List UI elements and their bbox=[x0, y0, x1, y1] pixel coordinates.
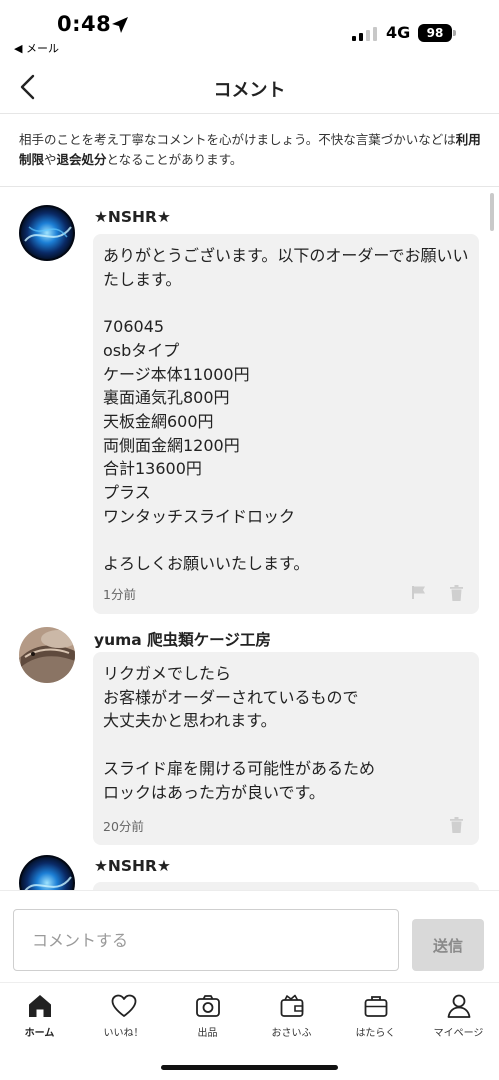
reptile-avatar-icon[interactable] bbox=[19, 627, 75, 683]
comment-input[interactable] bbox=[13, 909, 399, 971]
tab-work[interactable]: はたらく bbox=[334, 989, 417, 1039]
back-to-app-link[interactable]: ◀ メール bbox=[14, 40, 59, 56]
wallet-icon bbox=[280, 994, 303, 1017]
commenter-name[interactable]: ★NSHR★ bbox=[94, 857, 171, 875]
person-icon bbox=[447, 994, 470, 1018]
comment-bubble: リクガメでしたら お客様がオーダーされているもので 大丈夫かと思われます。 スラ… bbox=[93, 652, 479, 845]
tab-label: おさいふ bbox=[271, 1028, 312, 1039]
page-header: コメント bbox=[0, 60, 499, 114]
heart-icon bbox=[111, 994, 136, 1017]
home-indicator[interactable] bbox=[161, 1065, 338, 1070]
status-bar: 0:48 ◀ メール 4G 98 bbox=[0, 0, 499, 58]
tab-label: 出品 bbox=[197, 1028, 218, 1039]
comment-timestamp: 1分前 bbox=[103, 587, 136, 602]
blue-swirl-avatar-icon[interactable] bbox=[19, 855, 75, 890]
comment-text: リクガメでしたら お客様がオーダーされているもので 大丈夫かと思われます。 スラ… bbox=[103, 664, 376, 802]
battery-icon: 98 bbox=[418, 24, 452, 42]
delete-trash-icon[interactable] bbox=[450, 817, 463, 833]
comment-text: ありがとうございます。以下のオーダーでお願いいたします。 706045 osbタ… bbox=[103, 246, 469, 574]
network-type: 4G bbox=[386, 23, 411, 42]
tab-label: はたらく bbox=[355, 1028, 396, 1039]
comment-guideline-notice: 相手のことを考え丁寧なコメントを心がけましょう。不快な言葉づかいなどは利用制限や… bbox=[19, 130, 485, 170]
send-button[interactable]: 送信 bbox=[412, 919, 484, 971]
notice-text-before: 相手のことを考え丁寧なコメントを心がけましょう。不快な言葉づかいなどは bbox=[19, 132, 456, 147]
notice-text-mid: や bbox=[44, 152, 57, 167]
camera-icon bbox=[195, 995, 220, 1017]
report-flag-icon[interactable] bbox=[412, 585, 426, 600]
tab-likes[interactable]: いいね！ bbox=[82, 989, 165, 1039]
comment-bubble bbox=[93, 882, 479, 890]
comment-list[interactable]: ★NSHR★ ありがとうございます。以下のオーダーでお願いいたします。 7060… bbox=[0, 187, 499, 890]
notice-bold-withdrawal: 退会処分 bbox=[56, 152, 107, 167]
delete-trash-icon[interactable] bbox=[450, 585, 463, 601]
tab-label: いいね！ bbox=[103, 1028, 144, 1039]
tab-label: マイページ bbox=[433, 1028, 484, 1039]
tab-label: ホーム bbox=[24, 1028, 55, 1039]
tab-home[interactable]: ホーム bbox=[0, 989, 81, 1039]
commenter-name[interactable]: ★NSHR★ bbox=[94, 208, 171, 226]
commenter-name[interactable]: yuma 爬虫類ケージ工房 bbox=[94, 628, 271, 650]
battery-tip bbox=[453, 30, 456, 36]
scrollbar[interactable] bbox=[490, 193, 494, 231]
blue-swirl-avatar-icon[interactable] bbox=[19, 205, 75, 261]
tab-wallet[interactable]: おさいふ bbox=[250, 989, 333, 1039]
page-title: コメント bbox=[213, 80, 286, 101]
comment-timestamp: 20分前 bbox=[103, 819, 144, 834]
tab-sell[interactable]: 出品 bbox=[166, 989, 249, 1039]
briefcase-icon bbox=[364, 996, 387, 1017]
status-time: 0:48 bbox=[57, 12, 112, 36]
comment-input-area: 送信 bbox=[0, 890, 499, 982]
notice-text-after: となることがあります。 bbox=[106, 152, 243, 167]
location-arrow-icon bbox=[112, 17, 128, 33]
home-icon bbox=[28, 995, 51, 1017]
tab-mypage[interactable]: マイページ bbox=[417, 989, 499, 1039]
signal-strength-icon bbox=[352, 27, 377, 41]
comment-bubble: ありがとうございます。以下のオーダーでお願いいたします。 706045 osbタ… bbox=[93, 234, 479, 614]
